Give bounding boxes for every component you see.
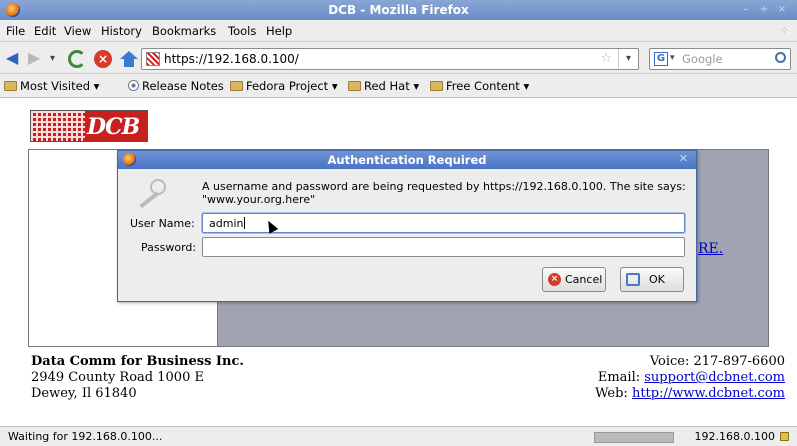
web-line: Web: http://www.dcbnet.com (595, 386, 785, 402)
dialog-title: Authentication Required (327, 153, 487, 167)
menu-edit[interactable]: Edit (34, 24, 56, 38)
cancel-icon: × (548, 273, 561, 286)
bookmark-label: Fedora Project (246, 79, 329, 93)
url-text[interactable]: https://192.168.0.100/ (164, 52, 299, 66)
email-line: Email: support@dcbnet.com (595, 370, 785, 386)
dialog-message: A username and password are being reques… (202, 180, 686, 206)
status-text: Waiting for 192.168.0.100... (8, 430, 163, 443)
status-host[interactable]: 192.168.0.100 (695, 430, 775, 443)
footer-contact: Voice: 217-897-6600 Email: support@dcbne… (595, 354, 785, 402)
url-dropdown-icon[interactable]: ▾ (618, 49, 638, 69)
bookmark-label: Red Hat (364, 79, 410, 93)
ok-icon (626, 273, 640, 286)
window-titlebar: DCB - Mozilla Firefox – + × (0, 0, 797, 20)
bookmark-release-notes[interactable]: Release Notes (128, 79, 224, 93)
text-caret (244, 217, 246, 229)
navigation-toolbar: ◀ ▶ ▾ × https://192.168.0.100/ ☆ ▾ G ▾ G… (0, 42, 797, 74)
window-title: DCB - Mozilla Firefox (328, 3, 469, 17)
menu-history[interactable]: History (101, 24, 142, 38)
bookmarks-toolbar: Most Visited ▾ Release Notes Fedora Proj… (0, 74, 797, 98)
cancel-button[interactable]: × Cancel (542, 267, 606, 292)
folder-icon (348, 81, 361, 91)
engine-dropdown-icon[interactable]: ▾ (670, 53, 675, 63)
bookmark-label: Most Visited (20, 79, 90, 93)
reload-icon[interactable] (68, 50, 86, 68)
search-placeholder[interactable]: Google (682, 52, 723, 66)
dialog-titlebar: Authentication Required ✕ (118, 151, 696, 169)
back-arrow-icon[interactable]: ◀ (6, 50, 24, 68)
menu-bookmarks[interactable]: Bookmarks (152, 24, 216, 38)
bookmark-label: Free Content (446, 79, 520, 93)
address-line-2: Dewey, Il 61840 (31, 386, 137, 401)
google-engine-icon[interactable]: G (654, 52, 668, 66)
dcb-logo[interactable]: DCB (30, 110, 148, 142)
dialog-close-icon[interactable]: ✕ (679, 152, 688, 165)
folder-icon (230, 81, 243, 91)
stop-icon[interactable]: × (94, 50, 112, 68)
loading-progress-bar (594, 432, 674, 443)
voice-line: Voice: 217-897-6600 (649, 354, 785, 369)
logo-dot-pattern (31, 111, 85, 141)
rss-feed-icon (128, 80, 139, 91)
logo-text: DCB (87, 114, 140, 140)
menu-help[interactable]: Help (266, 24, 292, 38)
username-value: admin (209, 217, 244, 230)
history-dropdown-icon[interactable]: ▾ (50, 53, 68, 71)
menu-tools[interactable]: Tools (228, 24, 256, 38)
menu-bar: File Edit View History Bookmarks Tools H… (0, 20, 797, 42)
close-window-icon[interactable]: × (775, 3, 789, 17)
page-link-partial[interactable]: RE. (698, 241, 723, 257)
throbber-icon: ⁘ (779, 24, 789, 37)
ssl-lock-icon[interactable] (780, 432, 789, 441)
menu-file[interactable]: File (6, 24, 25, 38)
password-label: Password: (141, 241, 197, 254)
ok-button[interactable]: OK (620, 267, 684, 292)
bookmark-free-content[interactable]: Free Content ▾ (430, 79, 529, 93)
home-icon-base[interactable] (124, 59, 134, 67)
address-line-1: 2949 County Road 1000 E (31, 370, 204, 385)
menu-view[interactable]: View (64, 24, 91, 38)
cancel-label: Cancel (565, 273, 603, 286)
bookmark-fedora-project[interactable]: Fedora Project ▾ (230, 79, 338, 93)
username-label: User Name: (130, 217, 195, 230)
web-link[interactable]: http://www.dcbnet.com (632, 386, 785, 401)
minimize-icon[interactable]: – (739, 3, 753, 17)
folder-icon (4, 81, 17, 91)
authentication-dialog: Authentication Required ✕ A username and… (117, 150, 697, 302)
key-shaft (139, 191, 160, 209)
search-icon[interactable] (775, 52, 786, 63)
status-bar: Waiting for 192.168.0.100... 192.168.0.1… (0, 426, 797, 446)
bookmark-most-visited[interactable]: Most Visited ▾ (4, 79, 99, 93)
bookmark-star-icon[interactable]: ☆ (600, 51, 612, 66)
ok-label: OK (649, 273, 665, 286)
footer-address: Data Comm for Business Inc. 2949 County … (31, 354, 244, 402)
folder-icon (430, 81, 443, 91)
company-name: Data Comm for Business Inc. (31, 354, 244, 369)
email-label: Email: (597, 370, 645, 385)
email-link[interactable]: support@dcbnet.com (644, 370, 785, 385)
web-label: Web: (595, 386, 632, 401)
url-bar[interactable]: https://192.168.0.100/ ☆ ▾ (141, 48, 639, 70)
key-icon (132, 179, 166, 209)
site-favicon-icon (146, 52, 160, 66)
home-icon[interactable] (120, 51, 138, 59)
search-bar[interactable]: G ▾ Google (649, 48, 791, 70)
bookmark-label: Release Notes (142, 79, 224, 93)
forward-arrow-icon[interactable]: ▶ (28, 50, 46, 68)
maximize-icon[interactable]: + (757, 3, 771, 17)
bookmark-red-hat[interactable]: Red Hat ▾ (348, 79, 419, 93)
password-input[interactable] (202, 237, 685, 257)
